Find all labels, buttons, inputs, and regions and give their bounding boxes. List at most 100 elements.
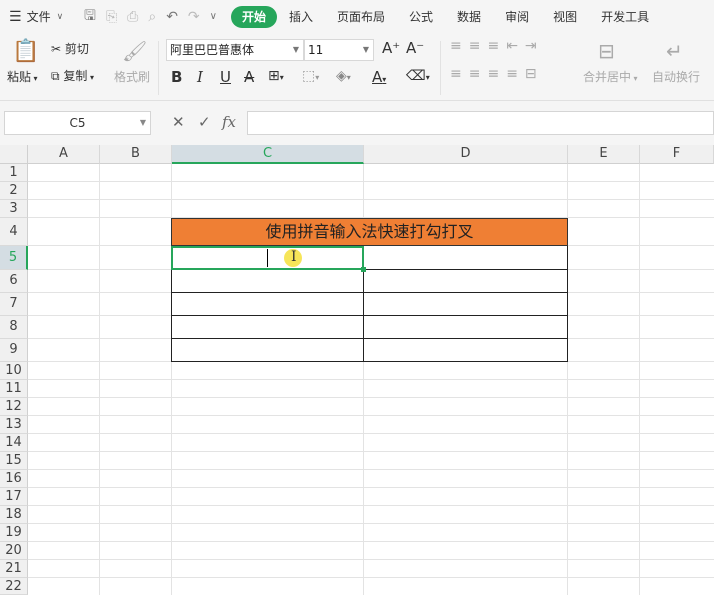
paste-button[interactable]: 粘贴 ▾: [7, 68, 38, 85]
export-pdf-icon[interactable]: ⎘: [106, 9, 117, 25]
format-painter-button[interactable]: 格式刷: [114, 68, 150, 85]
print-preview-icon[interactable]: ⌕: [148, 9, 156, 25]
fx-icon[interactable]: fx: [222, 113, 236, 131]
merge-cells-icon[interactable]: ⊟: [598, 39, 615, 63]
tab-developer[interactable]: 开发工具: [589, 6, 661, 28]
name-box[interactable]: C5 ▼: [4, 111, 151, 135]
menu-bar: ☰ 文件 ∨ 🖫 ⎘ ⎙ ⌕ ↶ ↷ ∨ 开始 插入 页面布局 公式 数据 审阅…: [0, 0, 714, 33]
row-header-6[interactable]: 6: [0, 270, 28, 293]
tab-page-layout[interactable]: 页面布局: [325, 6, 397, 28]
customize-chevron-icon[interactable]: ∨: [210, 11, 217, 22]
column-header-a[interactable]: A: [28, 145, 100, 164]
cut-label: 剪切: [64, 42, 89, 56]
fill-color-icon[interactable]: ◈▾: [336, 68, 351, 84]
row-header-7[interactable]: 7: [0, 293, 28, 316]
table-title-cell[interactable]: 使用拼音输入法快速打勾打叉: [171, 218, 568, 246]
hamburger-icon: ☰: [9, 8, 22, 25]
grid-line: [28, 469, 714, 470]
row-header-2[interactable]: 2: [0, 182, 28, 200]
tab-review[interactable]: 审阅: [493, 6, 541, 28]
row-header-21[interactable]: 21: [0, 560, 28, 578]
row-header-11[interactable]: 11: [0, 380, 28, 398]
border-icon[interactable]: ⊞▾: [268, 68, 284, 84]
row-header-4[interactable]: 4: [0, 218, 28, 246]
row-header-5[interactable]: 5: [0, 246, 28, 270]
decrease-font-icon[interactable]: A⁻: [406, 39, 424, 57]
tab-formulas[interactable]: 公式: [397, 6, 445, 28]
merge-center-button[interactable]: 合并居中 ▾: [583, 68, 638, 85]
horizontal-align-icons[interactable]: ≡≡≡≡⊟: [450, 66, 544, 82]
grid-line: [28, 451, 714, 452]
grid-line: [28, 487, 714, 488]
column-header-b[interactable]: B: [100, 145, 172, 164]
bold-icon[interactable]: B: [171, 68, 182, 86]
grid-line: [28, 505, 714, 506]
italic-icon[interactable]: I: [197, 68, 203, 86]
redo-icon[interactable]: ↷: [188, 9, 200, 25]
row-header-22[interactable]: 22: [0, 578, 28, 595]
separator: [440, 41, 441, 95]
undo-icon[interactable]: ↶: [166, 9, 178, 25]
column-header-c[interactable]: C: [172, 145, 364, 164]
chevron-down-icon: ▼: [362, 45, 369, 54]
cancel-icon[interactable]: ✕: [172, 113, 185, 131]
increase-font-icon[interactable]: A⁺: [382, 39, 400, 57]
grid-line: [28, 559, 714, 560]
print-icon[interactable]: ⎙: [127, 9, 138, 25]
font-color-icon[interactable]: A▾: [372, 68, 386, 86]
merge-center-label: 合并居中: [583, 70, 632, 84]
row-header-1[interactable]: 1: [0, 164, 28, 182]
grid-line: [28, 523, 714, 524]
row-header-13[interactable]: 13: [0, 416, 28, 434]
underline-icon[interactable]: U: [220, 68, 231, 86]
confirm-icon[interactable]: ✓: [198, 113, 211, 131]
strikethrough-icon[interactable]: A: [244, 68, 254, 86]
row-header-12[interactable]: 12: [0, 398, 28, 416]
row-header-19[interactable]: 19: [0, 524, 28, 542]
name-box-value: C5: [69, 116, 86, 130]
font-size-value: 11: [308, 43, 324, 57]
cut-button[interactable]: ✂ 剪切: [51, 40, 89, 57]
spreadsheet-grid: A B C D E F 1 2 3 4 5 6 7 8 9 10 11 12 1…: [0, 145, 714, 595]
fill-pattern-icon[interactable]: ⬚▾: [302, 68, 319, 84]
row-header-16[interactable]: 16: [0, 470, 28, 488]
row-header-3[interactable]: 3: [0, 200, 28, 218]
row-header-14[interactable]: 14: [0, 434, 28, 452]
wrap-text-icon[interactable]: ↵: [666, 39, 683, 63]
tab-data[interactable]: 数据: [445, 6, 493, 28]
table-border: [171, 338, 568, 339]
select-all-corner[interactable]: [0, 145, 28, 164]
vertical-align-icons[interactable]: ≡≡≡⇤⇥: [450, 38, 544, 54]
wrap-text-button[interactable]: 自动换行: [652, 68, 700, 85]
grid-line: [28, 577, 714, 578]
font-name-value: 阿里巴巴普惠体: [170, 43, 255, 57]
row-header-8[interactable]: 8: [0, 316, 28, 339]
row-header-15[interactable]: 15: [0, 452, 28, 470]
paste-label: 粘贴: [7, 70, 32, 84]
font-size-select[interactable]: 11 ▼: [304, 39, 374, 61]
tab-insert[interactable]: 插入: [277, 6, 325, 28]
tab-view[interactable]: 视图: [541, 6, 589, 28]
save-icon[interactable]: 🖫: [84, 5, 96, 29]
row-header-17[interactable]: 17: [0, 488, 28, 506]
file-menu[interactable]: ☰ 文件 ∨: [0, 8, 80, 25]
ibeam-cursor-icon: I: [291, 249, 297, 265]
row-header-9[interactable]: 9: [0, 339, 28, 362]
paintbrush-icon[interactable]: 🖌: [122, 39, 147, 63]
formula-input[interactable]: [247, 111, 714, 135]
column-header-f[interactable]: F: [640, 145, 714, 164]
row-header-20[interactable]: 20: [0, 542, 28, 560]
column-header-d[interactable]: D: [364, 145, 568, 164]
row-header-18[interactable]: 18: [0, 506, 28, 524]
row-header-10[interactable]: 10: [0, 362, 28, 380]
grid-line: [28, 181, 714, 182]
tab-home[interactable]: 开始: [230, 5, 277, 28]
font-name-select[interactable]: 阿里巴巴普惠体 ▼: [166, 39, 304, 61]
eraser-icon[interactable]: ⌫▾: [406, 68, 430, 84]
paste-icon[interactable]: 📋: [12, 39, 39, 64]
copy-button[interactable]: ⧉ 复制 ▾: [51, 67, 94, 84]
ribbon: 📋 粘贴 ▾ ✂ 剪切 ⧉ 复制 ▾ 🖌 格式刷 阿里巴巴普惠体 ▼ 11 ▼ …: [0, 33, 714, 101]
text-caret: [267, 249, 268, 267]
fill-handle[interactable]: [361, 267, 366, 272]
column-header-e[interactable]: E: [568, 145, 640, 164]
